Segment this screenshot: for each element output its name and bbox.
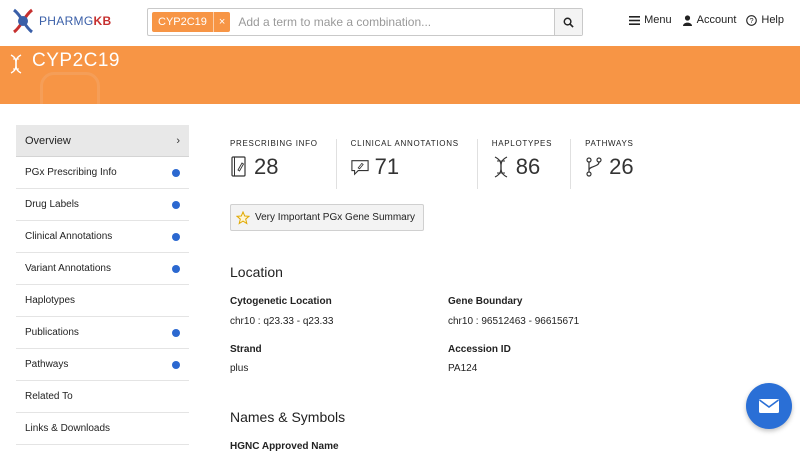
sidebar-item-variant-annotations[interactable]: Variant Annotations: [16, 253, 189, 285]
status-dot-icon: [172, 168, 180, 177]
sidebar-item-label: Haplotypes: [25, 295, 76, 306]
stat-pathways[interactable]: Pathways 26: [585, 139, 651, 189]
cytogenetic-location-label: Cytogenetic Location: [230, 296, 332, 307]
annotation-icon: [351, 160, 369, 176]
sidebar-item-label: Drug Labels: [25, 199, 79, 210]
hgnc-approved-name-label: HGNC Approved Name: [230, 441, 339, 452]
logo-icon: [13, 8, 33, 34]
sidebar-item-haplotypes[interactable]: Haplotypes: [16, 285, 189, 317]
status-dot-icon: [172, 232, 180, 241]
stat-value: 26: [609, 154, 634, 179]
sidebar-item-label: Overview: [25, 134, 71, 147]
prescribing-icon: [231, 156, 246, 177]
gene-boundary-label: Gene Boundary: [448, 296, 523, 307]
logo-text: PHARMGKB: [39, 14, 112, 28]
sidebar-item-links-downloads[interactable]: Links & Downloads: [16, 413, 189, 445]
gene-boundary-value: chr10 : 96512463 - 96615671: [448, 316, 580, 327]
status-dot-icon: [172, 264, 180, 273]
search-icon: [563, 17, 574, 28]
sidebar-item-publications[interactable]: Publications: [16, 317, 189, 349]
sidebar-item-pgx-prescribing-info[interactable]: PGx Prescribing Info: [16, 157, 189, 189]
sidebar-item-label: PGx Prescribing Info: [25, 167, 117, 178]
help-icon: ?: [746, 14, 758, 26]
stat-haplotypes[interactable]: Haplotypes 86: [491, 139, 572, 189]
stat-value: 86: [515, 154, 541, 179]
search-bar: CYP2C19 ×: [147, 8, 583, 36]
sidebar-item-label: Clinical Annotations: [25, 231, 113, 242]
chip-label: CYP2C19: [158, 16, 207, 28]
location-heading: Location: [230, 264, 283, 280]
accession-id-label: Accession ID: [448, 344, 511, 355]
sidebar-item-label: Variant Annotations: [25, 263, 111, 274]
sidebar-item-pathways[interactable]: Pathways: [16, 349, 189, 381]
stat-value: 28: [254, 154, 279, 179]
strand-label: Strand: [230, 344, 262, 355]
gene-banner: CYP2C19: [0, 46, 800, 104]
stat-label: Prescribing Info: [230, 139, 318, 148]
menu-label: Menu: [644, 14, 672, 26]
chip-remove-button[interactable]: ×: [212, 12, 230, 32]
star-icon: [236, 210, 250, 225]
pathway-icon: [586, 157, 602, 177]
help-button[interactable]: ? Help: [746, 14, 784, 26]
sidebar-item-label: Publications: [25, 327, 79, 338]
dna-icon: [494, 156, 508, 178]
search-term-chip: CYP2C19 ×: [152, 12, 231, 32]
svg-text:?: ?: [750, 16, 754, 25]
cytogenetic-location-value: chr10 : q23.33 - q23.33: [230, 316, 334, 327]
user-icon: [682, 14, 692, 26]
status-dot-icon: [172, 328, 180, 337]
pharmgkb-logo[interactable]: PHARMGKB: [10, 6, 130, 36]
status-dot-icon: [172, 360, 180, 369]
names-symbols-heading: Names & Symbols: [230, 409, 346, 425]
account-label: Account: [696, 14, 737, 26]
summary-stats: Prescribing Info 28 Clinical Annotations…: [230, 139, 666, 189]
top-nav: Menu Account ? Help: [629, 14, 784, 26]
sidebar-item-drug-labels[interactable]: Drug Labels: [16, 189, 189, 221]
search-input[interactable]: [230, 15, 554, 29]
stat-clinical-annotations[interactable]: Clinical Annotations 71: [351, 139, 478, 189]
stat-value: 71: [374, 154, 400, 179]
top-header: PHARMGKB CYP2C19 × Menu Account: [0, 0, 800, 46]
hamburger-icon: [629, 15, 641, 25]
sidebar-item-label: Pathways: [25, 359, 69, 370]
account-button[interactable]: Account: [682, 14, 737, 26]
sidebar-item-clinical-annotations[interactable]: Clinical Annotations: [16, 221, 189, 253]
vip-button-label: Very Important PGx Gene Summary: [255, 212, 416, 223]
stat-label: Clinical Annotations: [350, 139, 459, 148]
help-label: Help: [761, 14, 784, 26]
stat-label: Pathways: [585, 139, 634, 148]
sidebar-item-overview[interactable]: Overview ›: [16, 125, 189, 157]
status-dot-icon: [172, 200, 180, 209]
vip-gene-summary-button[interactable]: Very Important PGx Gene Summary: [230, 204, 425, 231]
chevron-right-icon: ›: [176, 134, 180, 147]
strand-value: plus: [230, 363, 249, 374]
banner-decoration: [40, 72, 100, 104]
stat-prescribing-info[interactable]: Prescribing Info 28: [230, 139, 337, 189]
contact-chat-button[interactable]: [746, 383, 792, 429]
sidebar-item-label: Related To: [25, 391, 73, 402]
page-title: CYP2C19: [32, 50, 120, 71]
sidebar-nav: Overview › PGx Prescribing Info Drug Lab…: [16, 125, 189, 445]
stat-label: Haplotypes: [491, 139, 553, 148]
search-button[interactable]: [554, 9, 582, 35]
menu-button[interactable]: Menu: [629, 14, 672, 26]
envelope-icon: [759, 399, 779, 413]
accession-id-value: PA124: [448, 363, 478, 374]
sidebar-item-label: Links & Downloads: [25, 423, 111, 434]
dna-banner-icon: [10, 54, 22, 74]
sidebar-item-related-to[interactable]: Related To: [16, 381, 189, 413]
